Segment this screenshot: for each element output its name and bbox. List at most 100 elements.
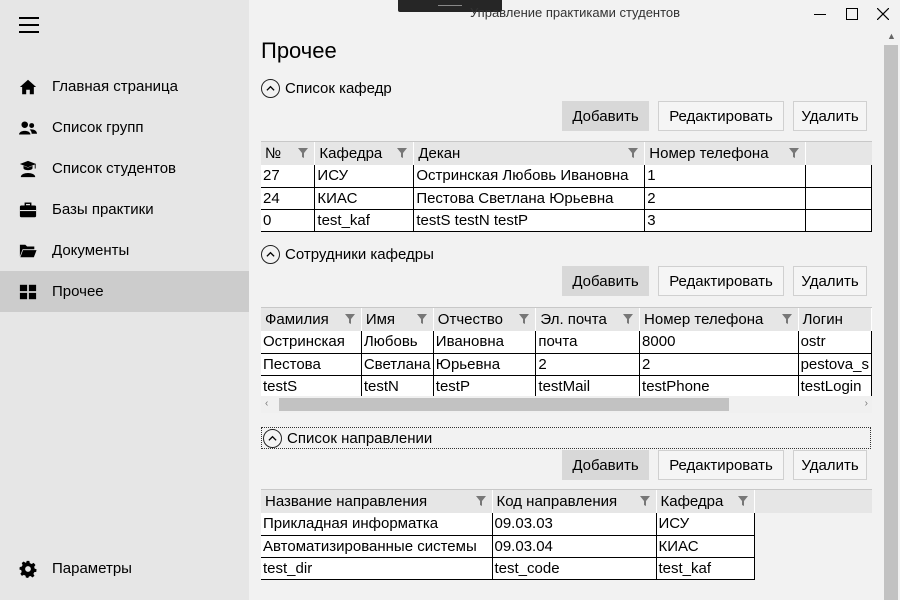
cell[interactable]: Автоматизированные системы — [261, 535, 493, 558]
column-header[interactable]: Имя — [361, 308, 434, 331]
cell[interactable]: Ивановна — [433, 331, 537, 354]
filter-icon[interactable] — [789, 148, 800, 158]
cell[interactable]: 2 — [644, 187, 807, 210]
column-header[interactable]: № — [261, 142, 316, 165]
staff-section-toggle[interactable]: Сотрудники кафедры — [261, 245, 434, 264]
delete-department-button[interactable]: Удалить — [793, 101, 867, 131]
table-row[interactable]: 27 ИСУ Остринская Любовь Ивановна 1 — [261, 165, 872, 188]
cell[interactable]: 8000 — [639, 331, 799, 354]
staff-table[interactable]: Фамилия Имя Отчество Эл. почта Номер тел… — [261, 307, 872, 396]
vertical-scrollbar[interactable]: ▲ — [882, 28, 900, 600]
cell[interactable]: Остринская Любовь Ивановна — [413, 165, 646, 188]
scroll-up-icon[interactable]: ▲ — [887, 31, 896, 41]
cell[interactable]: testLogin — [798, 375, 872, 396]
filter-icon[interactable] — [519, 314, 530, 324]
cell[interactable]: ИСУ — [656, 513, 755, 536]
cell[interactable]: Юрьевна — [433, 353, 537, 376]
cell[interactable]: Светлана — [361, 353, 434, 376]
cell[interactable]: 2 — [535, 353, 641, 376]
edit-direction-button[interactable]: Редактировать — [658, 450, 784, 480]
cell[interactable]: Любовь — [361, 331, 434, 354]
cell[interactable]: Прикладная информатка — [261, 513, 493, 536]
filter-icon[interactable] — [639, 496, 650, 506]
column-header[interactable]: Декан — [413, 142, 646, 165]
column-header[interactable]: Логин — [798, 308, 872, 331]
edit-department-button[interactable]: Редактировать — [658, 101, 784, 131]
add-direction-button[interactable]: Добавить — [562, 450, 649, 480]
filter-icon[interactable] — [475, 496, 486, 506]
cell[interactable]: testMail — [535, 375, 641, 396]
column-header[interactable]: Эл. почта — [535, 308, 641, 331]
column-header[interactable]: Кафедра — [314, 142, 415, 165]
sidebar-item-documents[interactable]: Документы — [0, 230, 249, 271]
delete-staff-button[interactable]: Удалить — [793, 266, 867, 296]
directions-section-toggle[interactable]: Список направлении — [261, 427, 871, 449]
cell[interactable]: 1 — [644, 165, 807, 188]
table-row[interactable]: Прикладная информатка 09.03.03 ИСУ — [261, 513, 872, 536]
table-row[interactable]: Пестова Светлана Юрьевна 2 2 pestova_s — [261, 353, 872, 376]
cell[interactable]: КИАС — [656, 535, 755, 558]
filter-icon[interactable] — [737, 496, 748, 506]
column-header[interactable]: Номер телефона — [639, 308, 799, 331]
add-department-button[interactable]: Добавить — [562, 101, 649, 131]
cell[interactable]: 09.03.03 — [492, 513, 657, 536]
cell[interactable]: 2 — [639, 353, 799, 376]
cell[interactable]: test_dir — [261, 557, 493, 580]
table-row[interactable]: test_dir test_code test_kaf — [261, 557, 872, 580]
column-header[interactable]: Номер телефона — [644, 142, 807, 165]
table-row[interactable]: Автоматизированные системы 09.03.04 КИАС — [261, 535, 872, 558]
cell[interactable]: 09.03.04 — [492, 535, 657, 558]
scroll-left-icon[interactable]: ‹ — [265, 398, 268, 409]
cell[interactable]: 24 — [261, 187, 316, 210]
sidebar-item-practice-bases[interactable]: Базы практики — [0, 189, 249, 230]
cell[interactable]: Пестова Светлана Юрьевна — [413, 187, 646, 210]
departments-section-toggle[interactable]: Список кафедр — [261, 79, 392, 98]
cell[interactable]: Пестова — [261, 353, 362, 376]
cell[interactable]: ИСУ — [314, 165, 415, 188]
delete-direction-button[interactable]: Удалить — [793, 450, 867, 480]
filter-icon[interactable] — [623, 314, 634, 324]
table-row[interactable]: Остринская Любовь Ивановна почта 8000 ostr — [261, 331, 872, 354]
table-row[interactable]: 0 test_kaf testS testN testP 3 — [261, 209, 872, 232]
cell[interactable]: test_code — [492, 557, 657, 580]
directions-table[interactable]: Название направления Код направления Каф… — [261, 489, 872, 581]
column-header[interactable]: Код направления — [492, 490, 657, 513]
column-header[interactable]: Название направления — [261, 490, 493, 513]
scrollbar-thumb[interactable] — [884, 45, 898, 600]
cell[interactable]: testS testN testP — [413, 209, 646, 232]
table-row[interactable]: 24 КИАС Пестова Светлана Юрьевна 2 — [261, 187, 872, 210]
filter-icon[interactable] — [344, 314, 355, 324]
scroll-right-icon[interactable]: › — [865, 398, 868, 409]
scrollbar-thumb[interactable] — [279, 398, 729, 411]
cell[interactable]: 27 — [261, 165, 316, 188]
cell[interactable]: Остринская — [261, 331, 362, 354]
cell[interactable]: testPhone — [639, 375, 799, 396]
filter-icon[interactable] — [298, 148, 309, 158]
close-button[interactable] — [866, 0, 900, 28]
cell[interactable]: 3 — [644, 209, 807, 232]
sidebar-item-settings[interactable]: Параметры — [0, 548, 249, 589]
staff-horizontal-scrollbar[interactable]: ‹ › — [261, 396, 872, 413]
sidebar-item-groups[interactable]: Список групп — [0, 107, 249, 148]
cell[interactable]: testN — [361, 375, 434, 396]
cell[interactable]: 0 — [261, 209, 316, 232]
cell[interactable]: pestova_s — [798, 353, 872, 376]
cell[interactable]: testS — [261, 375, 362, 396]
cell[interactable]: почта — [535, 331, 641, 354]
sidebar-item-students[interactable]: Список студентов — [0, 148, 249, 189]
filter-icon[interactable] — [781, 314, 792, 324]
filter-icon[interactable] — [416, 314, 427, 324]
cell[interactable]: ostr — [798, 331, 872, 354]
filter-icon[interactable] — [397, 148, 408, 158]
hamburger-menu-icon[interactable] — [19, 17, 39, 34]
edit-staff-button[interactable]: Редактировать — [658, 266, 784, 296]
cell[interactable]: КИАС — [314, 187, 415, 210]
cell[interactable]: test_kaf — [314, 209, 415, 232]
cell[interactable]: testP — [433, 375, 537, 396]
column-header[interactable]: Кафедра — [656, 490, 755, 513]
sidebar-item-home[interactable]: Главная страница — [0, 66, 249, 107]
maximize-button[interactable] — [835, 0, 869, 28]
column-header[interactable]: Отчество — [433, 308, 537, 331]
departments-table[interactable]: № Кафедра Декан Номер телефона 27 ИСУ Остр… — [261, 141, 872, 232]
filter-icon[interactable] — [628, 148, 639, 158]
